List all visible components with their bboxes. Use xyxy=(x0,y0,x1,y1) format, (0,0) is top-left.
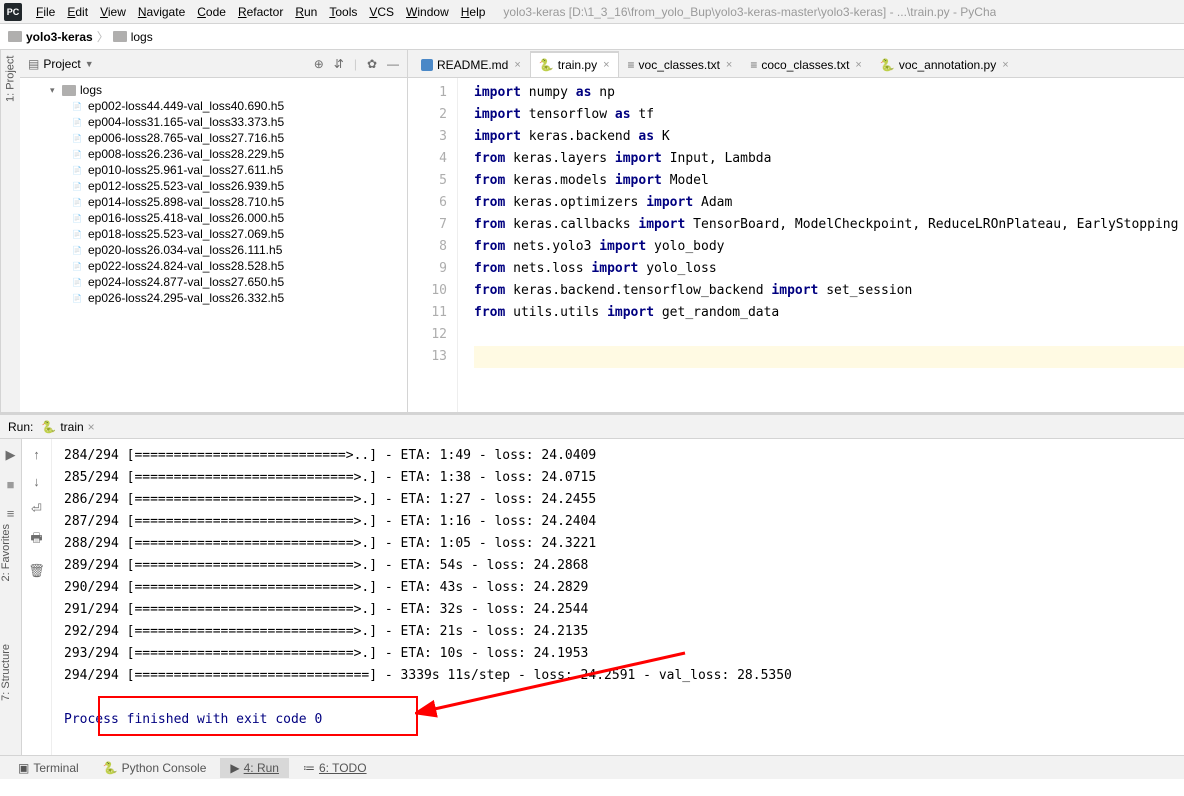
h5-file-icon: 📄 xyxy=(70,163,84,177)
line-gutter: 12345678910111213 xyxy=(408,78,458,412)
markdown-icon xyxy=(421,59,433,71)
editor-tab-bar: README.md×🐍train.py×≡voc_classes.txt×≡co… xyxy=(408,50,1184,78)
bottom-bar: ▣ Terminal 🐍 Python Console ▶ 4: Run ≔ 6… xyxy=(0,755,1184,779)
text-icon: ≡ xyxy=(628,58,635,72)
wrap-icon[interactable]: ⏎ xyxy=(31,501,42,517)
hide-icon[interactable]: — xyxy=(387,57,399,71)
h5-file-icon: 📄 xyxy=(70,275,84,289)
editor-tab[interactable]: 🐍voc_annotation.py× xyxy=(871,52,1018,77)
tree-file[interactable]: 📄ep026-loss24.295-val_loss26.332.h5 xyxy=(20,290,407,306)
down-icon[interactable]: ↓ xyxy=(33,474,40,489)
h5-file-icon: 📄 xyxy=(70,115,84,129)
menu-file[interactable]: File xyxy=(30,5,61,19)
tree-file[interactable]: 📄ep014-loss25.898-val_loss28.710.h5 xyxy=(20,194,407,210)
editor-area: README.md×🐍train.py×≡voc_classes.txt×≡co… xyxy=(408,50,1184,412)
menu-vcs[interactable]: VCS xyxy=(363,5,400,19)
h5-file-icon: 📄 xyxy=(70,211,84,225)
play-icon[interactable]: ▶ xyxy=(6,447,16,463)
folder-icon xyxy=(113,31,127,42)
breadcrumb: yolo3-keras 〉 logs xyxy=(0,24,1184,50)
run-tab-train[interactable]: 🐍 train × xyxy=(33,417,102,437)
h5-file-icon: 📄 xyxy=(70,227,84,241)
tree-file[interactable]: 📄ep018-loss25.523-val_loss27.069.h5 xyxy=(20,226,407,242)
trash-icon[interactable]: 🗑 xyxy=(28,563,45,579)
run-output[interactable]: 284/294 [===========================>..]… xyxy=(52,439,1184,755)
h5-file-icon: 📄 xyxy=(70,243,84,257)
close-icon[interactable]: × xyxy=(726,59,732,71)
menu-tools[interactable]: Tools xyxy=(323,5,363,19)
run-panel: Run: 🐍 train × ▶ ■ ≡ ≣ 📌 ↑ ↓ ⏎ 🖶 🗑 284/2… xyxy=(0,412,1184,755)
bottom-tab-terminal[interactable]: ▣ Terminal xyxy=(8,758,89,778)
run-label: Run: xyxy=(8,420,33,434)
h5-file-icon: 📄 xyxy=(70,99,84,113)
collapse-icon[interactable]: ⇵ xyxy=(334,57,344,71)
menu-window[interactable]: Window xyxy=(400,5,455,19)
tree-file[interactable]: 📄ep008-loss26.236-val_loss28.229.h5 xyxy=(20,146,407,162)
project-panel-header: ▤ Project ▼ ⊕ ⇵ | ✿ — xyxy=(20,50,407,78)
window-title: yolo3-keras [D:\1_3_16\from_yolo_Bup\yol… xyxy=(503,5,996,19)
run-toolbar-left: ▶ ■ ≡ ≣ 📌 xyxy=(0,439,22,755)
tree-file[interactable]: 📄ep024-loss24.877-val_loss27.650.h5 xyxy=(20,274,407,290)
menu-help[interactable]: Help xyxy=(455,5,492,19)
code-content[interactable]: import numpy as np import tensorflow as … xyxy=(458,78,1184,412)
h5-file-icon: 📄 xyxy=(70,131,84,145)
up-icon[interactable]: ↑ xyxy=(33,447,40,462)
sidebar-tab-project[interactable]: 1: Project xyxy=(0,50,20,412)
chevron-down-icon: ▾ xyxy=(50,85,60,96)
bottom-tab-todo[interactable]: ≔ 6: TODO xyxy=(293,758,377,778)
editor-tab[interactable]: 🐍train.py× xyxy=(530,51,619,77)
tree-folder-logs[interactable]: ▾ logs xyxy=(20,82,407,98)
run-toolbar-second: ↑ ↓ ⏎ 🖶 🗑 xyxy=(22,439,52,755)
python-icon: 🐍 xyxy=(880,58,895,72)
print-icon[interactable]: 🖶 xyxy=(30,529,42,551)
menu-navigate[interactable]: Navigate xyxy=(132,5,191,19)
sidebar-tab-favorites[interactable]: 2: Favorites xyxy=(0,520,20,585)
tree-file[interactable]: 📄ep016-loss25.418-val_loss26.000.h5 xyxy=(20,210,407,226)
breadcrumb-root[interactable]: yolo3-keras xyxy=(26,30,93,44)
close-icon[interactable]: × xyxy=(855,59,861,71)
menu-bar: PC FileEditViewNavigateCodeRefactorRunTo… xyxy=(0,0,1184,24)
code-editor[interactable]: 12345678910111213 import numpy as np imp… xyxy=(408,78,1184,412)
menu-view[interactable]: View xyxy=(94,5,132,19)
editor-tab[interactable]: ≡voc_classes.txt× xyxy=(619,52,742,77)
h5-file-icon: 📄 xyxy=(70,259,84,273)
tree-file[interactable]: 📄ep020-loss26.034-val_loss26.111.h5 xyxy=(20,242,407,258)
h5-file-icon: 📄 xyxy=(70,179,84,193)
project-tree[interactable]: ▾ logs 📄ep002-loss44.449-val_loss40.690.… xyxy=(20,78,407,412)
h5-file-icon: 📄 xyxy=(70,195,84,209)
breadcrumb-sub[interactable]: logs xyxy=(131,30,153,44)
tree-file[interactable]: 📄ep006-loss28.765-val_loss27.716.h5 xyxy=(20,130,407,146)
folder-icon xyxy=(8,31,22,42)
gear-icon[interactable]: ✿ xyxy=(367,57,377,71)
pycharm-logo-icon: PC xyxy=(4,3,22,21)
tree-file[interactable]: 📄ep010-loss25.961-val_loss27.611.h5 xyxy=(20,162,407,178)
bottom-tab-run[interactable]: ▶ 4: Run xyxy=(220,758,289,778)
chevron-right-icon: 〉 xyxy=(97,28,109,45)
h5-file-icon: 📄 xyxy=(70,291,84,305)
project-panel: ▤ Project ▼ ⊕ ⇵ | ✿ — ▾ logs 📄ep002-loss… xyxy=(20,50,408,412)
tree-file[interactable]: 📄ep022-loss24.824-val_loss28.528.h5 xyxy=(20,258,407,274)
menu-code[interactable]: Code xyxy=(191,5,232,19)
stop-icon[interactable]: ■ xyxy=(7,477,15,492)
close-icon[interactable]: × xyxy=(603,59,609,71)
project-label[interactable]: Project xyxy=(43,57,80,71)
target-icon[interactable]: ⊕ xyxy=(314,57,324,71)
tree-file[interactable]: 📄ep002-loss44.449-val_loss40.690.h5 xyxy=(20,98,407,114)
tree-file[interactable]: 📄ep004-loss31.165-val_loss33.373.h5 xyxy=(20,114,407,130)
python-icon: 🐍 xyxy=(539,58,554,72)
menu-refactor[interactable]: Refactor xyxy=(232,5,289,19)
editor-tab[interactable]: ≡coco_classes.txt× xyxy=(741,52,871,77)
bottom-tab-console[interactable]: 🐍 Python Console xyxy=(93,758,217,778)
close-icon[interactable]: × xyxy=(514,59,520,71)
editor-tab[interactable]: README.md× xyxy=(412,52,530,77)
h5-file-icon: 📄 xyxy=(70,147,84,161)
menu-edit[interactable]: Edit xyxy=(61,5,94,19)
layout-icon[interactable]: ≡ xyxy=(7,506,15,521)
text-icon: ≡ xyxy=(750,58,757,72)
tree-file[interactable]: 📄ep012-loss25.523-val_loss26.939.h5 xyxy=(20,178,407,194)
sidebar-tab-structure[interactable]: 7: Structure xyxy=(0,640,20,705)
close-icon[interactable]: × xyxy=(1002,59,1008,71)
menu-run[interactable]: Run xyxy=(289,5,323,19)
folder-icon xyxy=(62,85,76,96)
